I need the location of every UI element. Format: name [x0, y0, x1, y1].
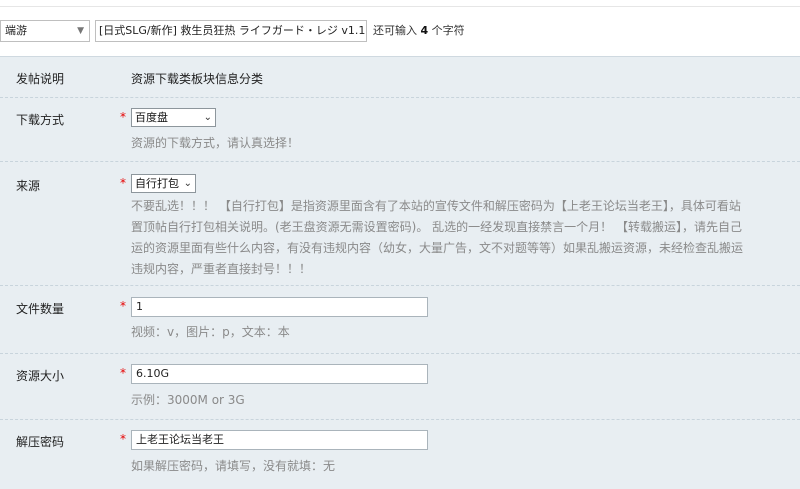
- required-mark: *: [120, 432, 126, 446]
- size-label: 资源大小: [16, 369, 65, 383]
- source-hint-line: 置顶帖自行打包相关说明。(老王盘资源无需设置密码)。 乱选的一经发现直接禁言一个…: [131, 220, 742, 234]
- title-input[interactable]: [日式SLG/新作] 救生员狂热 ライフガード・レジ v1.1 官中: [95, 20, 367, 42]
- download-select[interactable]: 百度盘 ⌄: [131, 108, 216, 127]
- source-hint: 不要乱选！！！ 【自行打包】是指资源里面含有了本站的宣传文件和解压密码为【上老王…: [131, 196, 800, 280]
- row-download: 下载方式 * 百度盘 ⌄ 资源的下载方式，请认真选择！: [0, 97, 800, 162]
- source-label: 来源: [16, 179, 41, 193]
- source-select-value: 自行打包: [135, 177, 179, 190]
- intro-value: 资源下载类板块信息分类: [131, 72, 264, 86]
- required-mark: *: [120, 176, 126, 190]
- password-input[interactable]: 上老王论坛当老王: [131, 430, 428, 450]
- download-label: 下载方式: [16, 113, 65, 127]
- password-label: 解压密码: [16, 435, 65, 449]
- size-input[interactable]: 6.10G: [131, 364, 428, 384]
- chevron-down-icon: ⌄: [183, 178, 192, 189]
- chevron-down-icon: ⌄: [203, 112, 212, 123]
- title-row: 端游 ▼ [日式SLG/新作] 救生员狂热 ライフガード・レジ v1.1 官中 …: [0, 20, 800, 44]
- category-select-value: 端游: [5, 24, 27, 37]
- required-mark: *: [120, 110, 126, 124]
- form-panel: 发帖说明 资源下载类板块信息分类 下载方式 * 百度盘 ⌄ 资源的下载方式，请认…: [0, 56, 800, 489]
- source-hint-line: 不要乱选！！！ 【自行打包】是指资源里面含有了本站的宣传文件和解压密码为【上老王…: [131, 199, 741, 213]
- file-count-input[interactable]: 1: [131, 297, 428, 317]
- row-source: 来源 * 自行打包 ⌄ 不要乱选！！！ 【自行打包】是指资源里面含有了本站的宣传…: [0, 161, 800, 286]
- row-file-count: 文件数量 * 1 视频：v，图片：p，文本：本: [0, 285, 800, 354]
- row-password: 解压密码 * 上老王论坛当老王 如果解压密码，请填写，没有就填：无: [0, 419, 800, 489]
- remaining-chars: 还可输入 4 个字符: [373, 20, 465, 42]
- required-mark: *: [120, 299, 126, 313]
- download-hint: 资源的下载方式，请认真选择！: [131, 136, 300, 150]
- remaining-prefix: 还可输入: [373, 24, 421, 37]
- row-intro: 发帖说明 资源下载类板块信息分类: [0, 57, 800, 98]
- chevron-down-icon: ▼: [77, 26, 84, 36]
- download-select-value: 百度盘: [135, 111, 168, 124]
- source-hint-line: 违规内容，严重者直接封号！！！: [131, 262, 312, 276]
- source-hint-line: 运的资源里面有些什么内容，有没有违规内容（幼女，大量广告，文不对题等等）如果乱搬…: [131, 241, 744, 255]
- category-select[interactable]: 端游 ▼: [0, 20, 90, 42]
- file-count-hint: 视频：v，图片：p，文本：本: [131, 325, 290, 339]
- source-select[interactable]: 自行打包 ⌄: [131, 174, 196, 193]
- row-size: 资源大小 * 6.10G 示例：3000M or 3G: [0, 353, 800, 420]
- password-hint: 如果解压密码，请填写，没有就填：无: [131, 459, 336, 473]
- file-count-label: 文件数量: [16, 302, 65, 316]
- size-hint: 示例：3000M or 3G: [131, 393, 245, 407]
- remaining-count: 4: [420, 24, 429, 37]
- intro-label: 发帖说明: [16, 72, 65, 86]
- required-mark: *: [120, 366, 126, 380]
- top-divider: [0, 0, 800, 7]
- remaining-suffix: 个字符: [428, 24, 465, 37]
